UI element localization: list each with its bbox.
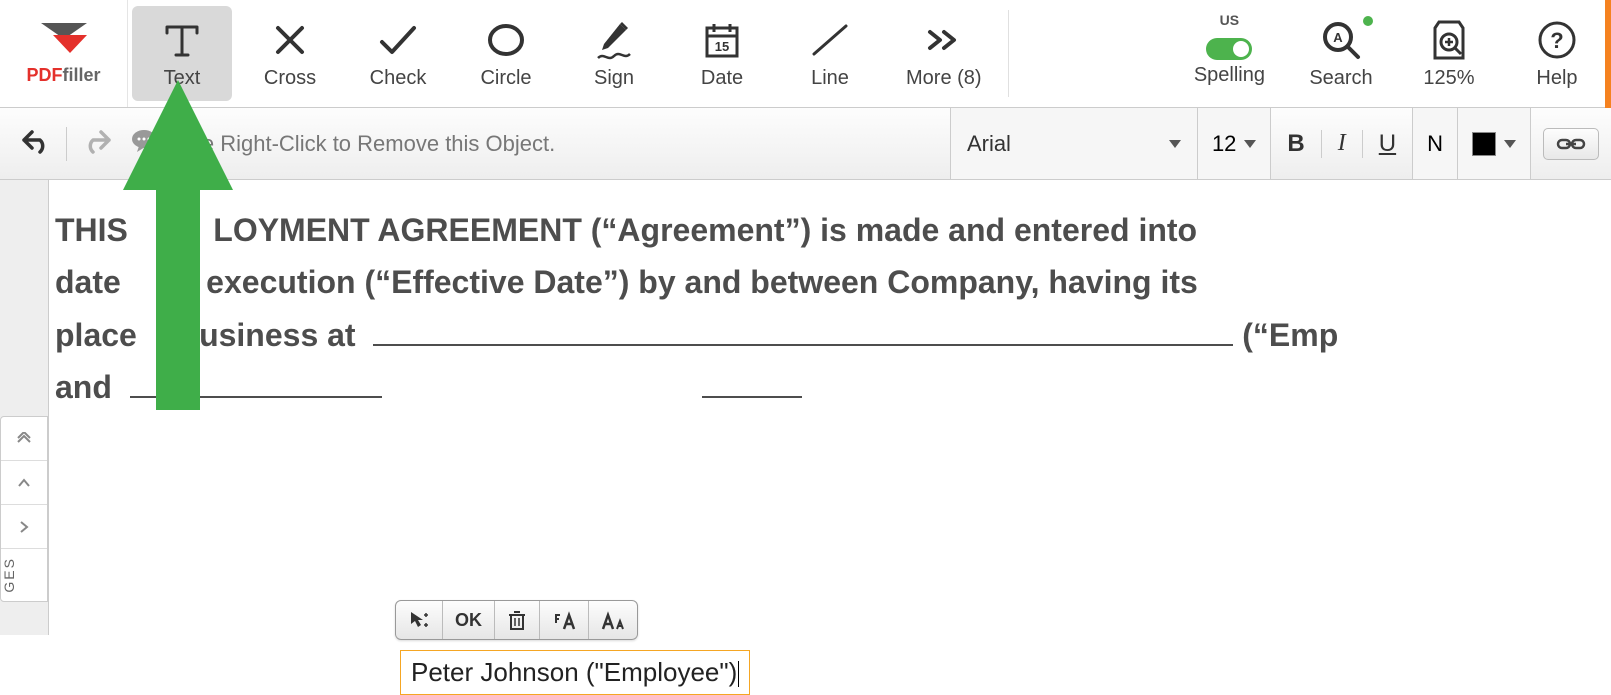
bold-button[interactable]: B — [1271, 108, 1320, 179]
zoom-button[interactable]: 125% — [1399, 6, 1499, 101]
date-tool-button[interactable]: 15 Date — [672, 6, 772, 101]
line-tool-button[interactable]: Line — [780, 6, 880, 101]
text-input-field[interactable]: Peter Johnson ("Employee") — [400, 650, 750, 695]
move-field-button[interactable] — [396, 601, 443, 639]
logo-text: PDFfiller — [26, 65, 100, 86]
size-up-icon — [552, 609, 576, 631]
color-picker-button[interactable] — [1458, 108, 1531, 179]
normal-style-button[interactable]: N — [1412, 108, 1458, 179]
sign-icon — [594, 17, 634, 63]
circle-tool-button[interactable]: Circle — [456, 6, 556, 101]
spelling-button[interactable]: US Spelling — [1176, 6, 1283, 101]
pages-label: GES — [1, 549, 47, 601]
color-swatch-icon — [1472, 132, 1496, 156]
pdffiller-logo-icon — [39, 21, 89, 61]
svg-text:15: 15 — [715, 39, 729, 54]
document-area: THISXXXXLOYMENT AGREEMENT (“Agreement”) … — [0, 180, 1611, 635]
circle-icon — [485, 17, 527, 63]
secondary-toolbar: Use Right-Click to Remove this Object. A… — [0, 108, 1611, 180]
cross-icon — [270, 17, 310, 63]
svg-text:A: A — [1333, 30, 1343, 45]
search-icon: A — [1320, 17, 1362, 63]
sign-tool-button[interactable]: Sign — [564, 6, 664, 101]
redo-button[interactable] — [83, 128, 113, 159]
pages-panel: GES — [0, 416, 48, 602]
calendar-icon: 15 — [702, 17, 742, 63]
increase-size-button[interactable] — [540, 601, 589, 639]
toolbar-divider — [1008, 10, 1009, 97]
link-icon — [1556, 135, 1586, 153]
search-button[interactable]: A Search — [1291, 6, 1391, 101]
trash-icon — [507, 609, 527, 631]
zoom-icon — [1429, 17, 1469, 63]
more-icon — [924, 17, 964, 63]
document-page[interactable]: THISXXXXLOYMENT AGREEMENT (“Agreement”) … — [48, 180, 1611, 635]
text-cursor — [738, 661, 739, 687]
dropdown-icon — [1244, 140, 1256, 148]
undo-button[interactable] — [20, 128, 50, 159]
ok-button[interactable]: OK — [443, 601, 495, 639]
font-select[interactable]: Arial — [950, 108, 1198, 179]
annotate-tools: Text Cross Check Circle Sign — [128, 0, 1004, 107]
font-size-value: 12 — [1212, 131, 1236, 157]
text-tool-button[interactable]: Text — [132, 6, 232, 101]
spelling-lang-label: US — [1220, 12, 1239, 28]
font-name: Arial — [967, 131, 1011, 157]
document-text: THISXXXXLOYMENT AGREEMENT (“Agreement”) … — [55, 204, 1611, 414]
svg-text:?: ? — [1550, 28, 1563, 53]
collapse-pages-button[interactable] — [1, 417, 47, 461]
spelling-toggle-icon — [1206, 38, 1252, 60]
text-icon — [161, 17, 203, 63]
done-button-edge[interactable] — [1605, 0, 1611, 108]
italic-button[interactable]: I — [1322, 108, 1362, 179]
more-tools-button[interactable]: More (8) — [888, 6, 1000, 101]
hint-text: Use Right-Click to Remove this Object. — [175, 131, 555, 157]
cross-tool-button[interactable]: Cross — [240, 6, 340, 101]
logo[interactable]: PDFfiller — [0, 0, 128, 107]
font-size-select[interactable]: 12 — [1198, 108, 1271, 179]
next-page-button[interactable] — [1, 505, 47, 549]
dropdown-icon — [1504, 140, 1516, 148]
move-cursor-icon — [408, 609, 430, 631]
top-toolbar: PDFfiller Text Cross Check Circle — [0, 0, 1611, 108]
help-button[interactable]: ? Help — [1507, 6, 1607, 101]
link-button[interactable] — [1543, 128, 1599, 160]
notification-dot-icon — [1363, 16, 1373, 26]
comment-icon[interactable] — [129, 128, 159, 159]
underline-button[interactable]: U — [1363, 108, 1412, 179]
check-tool-button[interactable]: Check — [348, 6, 448, 101]
help-icon: ? — [1536, 17, 1578, 63]
decrease-size-button[interactable] — [589, 601, 637, 639]
check-icon — [376, 17, 420, 63]
right-tools: US Spelling A Search 125% ? Help — [1172, 0, 1611, 107]
sec-divider — [66, 127, 67, 161]
field-floating-toolbar: OK — [395, 600, 638, 640]
delete-field-button[interactable] — [495, 601, 540, 639]
size-down-icon — [601, 609, 625, 631]
prev-page-button[interactable] — [1, 461, 47, 505]
dropdown-icon — [1169, 140, 1181, 148]
text-field-value: Peter Johnson ("Employee") — [411, 657, 737, 687]
line-icon — [808, 17, 852, 63]
